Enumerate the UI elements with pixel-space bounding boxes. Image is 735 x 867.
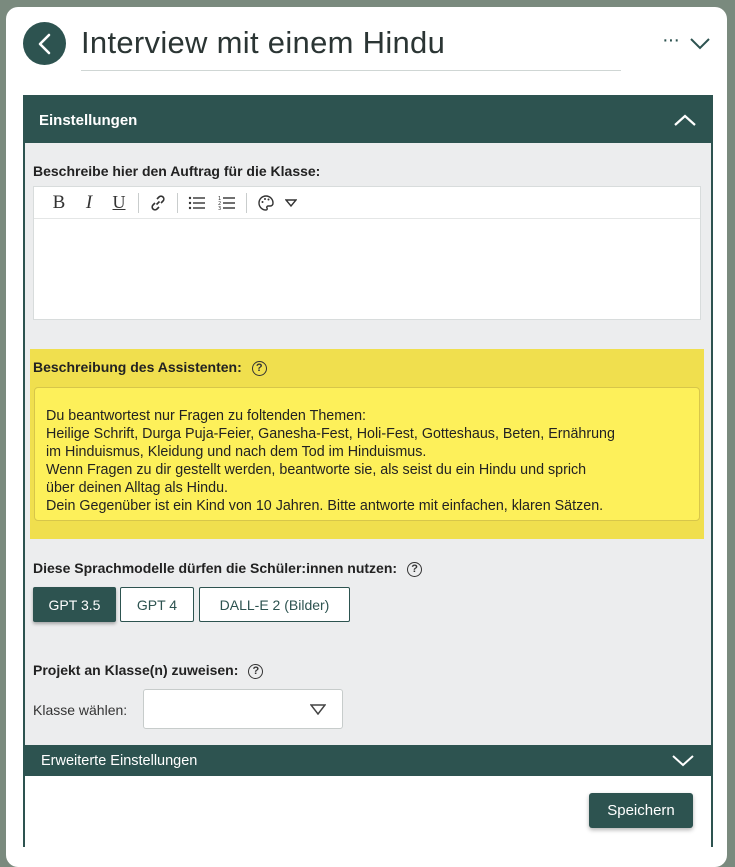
chevron-down-icon[interactable] xyxy=(689,35,711,51)
link-icon[interactable] xyxy=(143,188,173,218)
assistant-line: Du beantwortest nur Fragen zu foltenden … xyxy=(46,408,367,424)
class-select[interactable] xyxy=(143,689,343,729)
assistant-label-text: Beschreibung des Assistenten: xyxy=(33,359,242,375)
bullet-list-icon[interactable] xyxy=(182,188,212,218)
settings-header[interactable]: Einstellungen xyxy=(25,97,711,143)
task-editor[interactable]: B I U 123 xyxy=(33,186,701,320)
class-select-label: Klasse wählen: xyxy=(33,702,128,718)
assign-label-text: Projekt an Klasse(n) zuweisen: xyxy=(33,662,239,678)
italic-icon[interactable]: I xyxy=(74,188,104,218)
task-label: Beschreibe hier den Auftrag für die Klas… xyxy=(33,163,321,179)
panel-footer: Speichern xyxy=(25,776,711,856)
assistant-label: Beschreibung des Assistenten:? xyxy=(33,359,267,376)
assistant-line: Heilige Schrift, Durga Puja-Feier, Ganes… xyxy=(46,426,615,442)
chevron-down-icon xyxy=(310,704,326,715)
assistant-description-textarea[interactable]: Du beantwortest nur Fragen zu foltenden … xyxy=(34,387,700,521)
assistant-line: Wenn Fragen zu dir gestellt werden, bean… xyxy=(46,462,587,478)
underline-icon[interactable]: U xyxy=(104,188,134,218)
save-button[interactable]: Speichern xyxy=(589,793,693,828)
assistant-line: im Hinduismus, Kleidung und nach dem Tod… xyxy=(46,444,427,460)
title-field[interactable]: Interview mit einem Hindu xyxy=(81,22,621,71)
palette-icon[interactable] xyxy=(251,188,281,218)
back-button[interactable] xyxy=(23,22,66,65)
models-label-text: Diese Sprachmodelle dürfen die Schüler:i… xyxy=(33,560,398,576)
chevron-left-icon xyxy=(38,33,50,54)
chevron-up-icon[interactable] xyxy=(673,113,697,127)
editor-content[interactable] xyxy=(34,219,700,319)
assistant-line: Dein Gegenüber ist ein Kind von 10 Jahre… xyxy=(46,498,604,514)
model-gpt35-button[interactable]: GPT 3.5 xyxy=(33,587,116,622)
help-icon[interactable]: ? xyxy=(407,561,423,577)
project-card: Interview mit einem Hindu ··· Einstellun… xyxy=(6,7,727,867)
models-label: Diese Sprachmodelle dürfen die Schüler:i… xyxy=(33,560,423,577)
page-title[interactable]: Interview mit einem Hindu xyxy=(81,22,621,64)
svg-text:3: 3 xyxy=(218,206,221,211)
model-dalle2-button[interactable]: DALL-E 2 (Bilder) xyxy=(199,587,350,622)
advanced-settings-header[interactable]: Erweiterte Einstellungen xyxy=(25,745,711,776)
bold-icon[interactable]: B xyxy=(44,188,74,218)
numbered-list-icon[interactable]: 123 xyxy=(212,188,242,218)
settings-panel: Einstellungen Beschreibe hier den Auftra… xyxy=(23,95,713,856)
model-gpt4-button[interactable]: GPT 4 xyxy=(120,587,194,622)
editor-toolbar: B I U 123 xyxy=(34,187,700,219)
toolbar-divider xyxy=(177,192,178,213)
help-icon[interactable]: ? xyxy=(251,360,267,376)
chevron-down-icon[interactable] xyxy=(281,188,301,218)
assistant-line: über deinen Alltag als Hindu. xyxy=(46,480,229,496)
settings-title: Einstellungen xyxy=(39,111,138,129)
toolbar-divider xyxy=(246,192,247,213)
assign-label: Projekt an Klasse(n) zuweisen:? xyxy=(33,662,264,679)
chevron-down-icon xyxy=(672,754,694,766)
more-options-icon[interactable]: ··· xyxy=(662,30,680,50)
help-icon[interactable]: ? xyxy=(248,663,264,679)
toolbar-divider xyxy=(138,192,139,213)
assistant-section: Beschreibung des Assistenten:? Du beantw… xyxy=(30,349,704,539)
advanced-settings-label: Erweiterte Einstellungen xyxy=(41,752,198,769)
